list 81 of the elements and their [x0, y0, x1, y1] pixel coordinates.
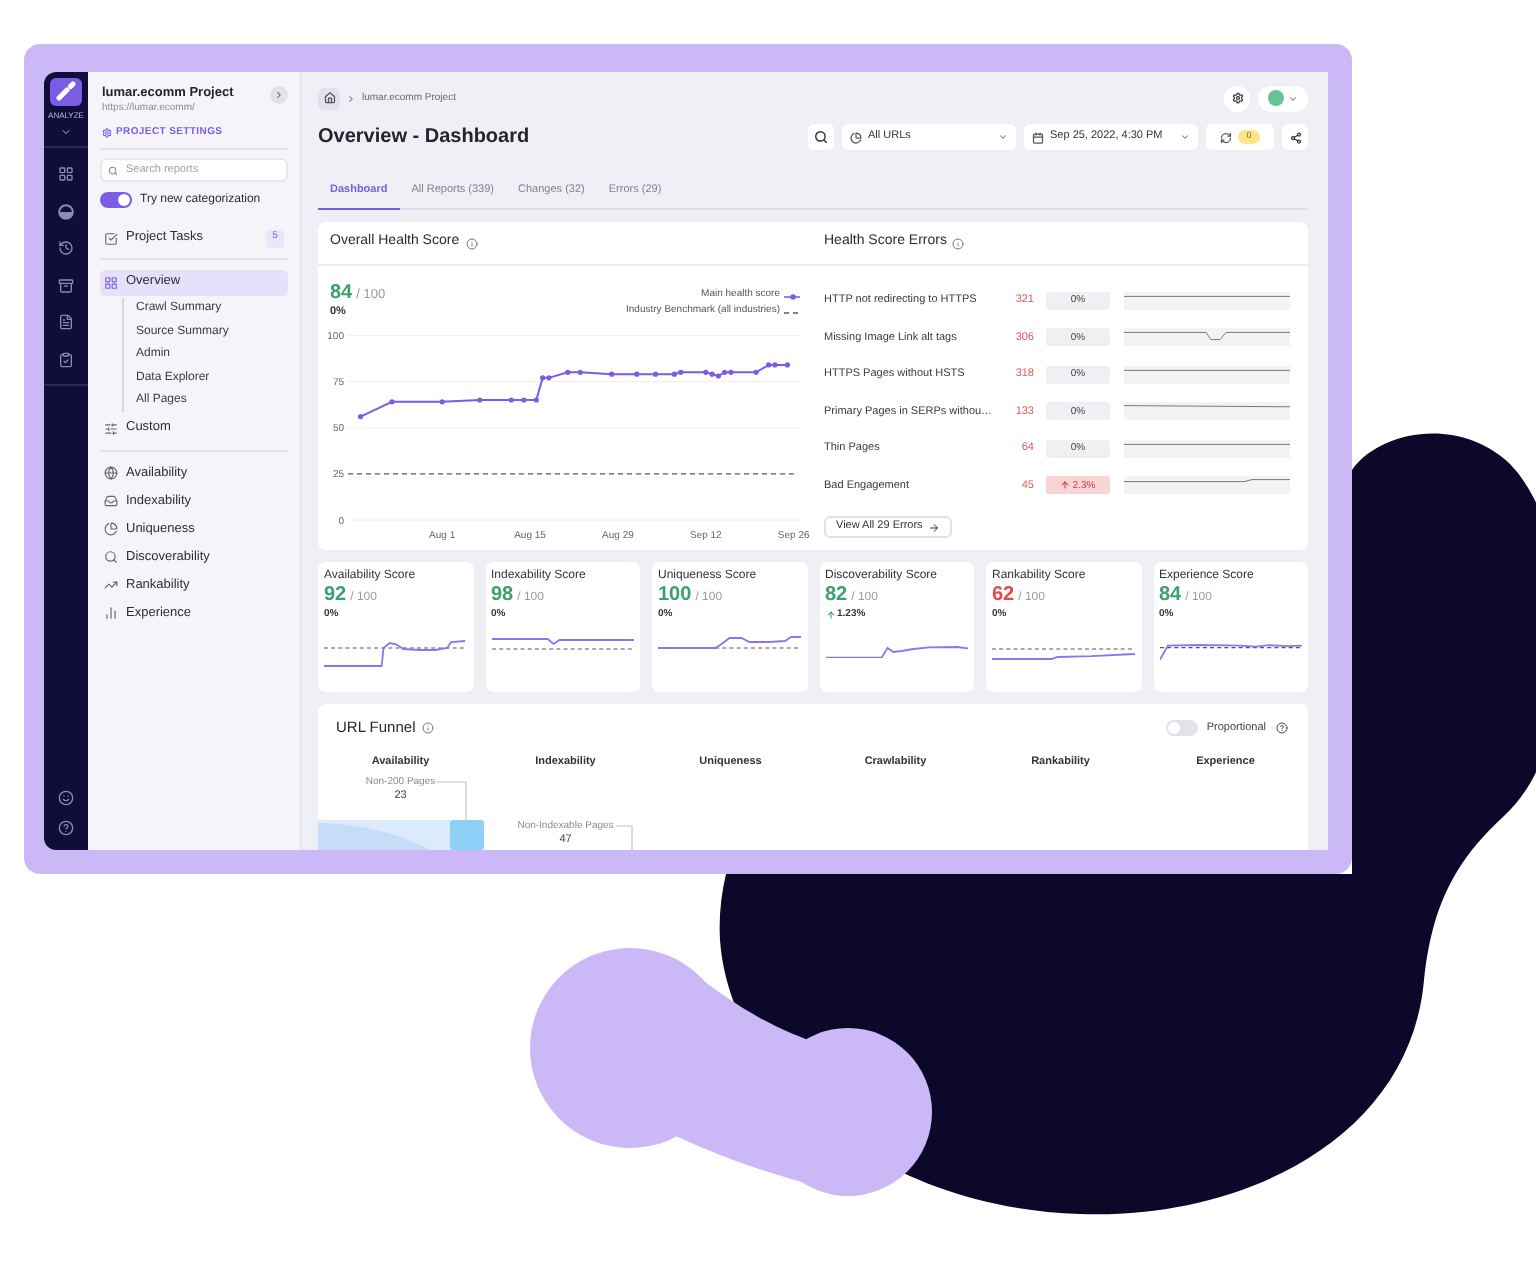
home-icon: [323, 92, 335, 104]
data-point: [565, 369, 571, 375]
half-circle-icon[interactable]: [58, 203, 74, 219]
archive-icon[interactable]: [58, 277, 74, 293]
avatar-icon: [1268, 90, 1284, 106]
data-point: [533, 397, 539, 403]
trend-up-icon: [104, 578, 118, 592]
score-value: 100: [658, 584, 692, 608]
checkbox-icon: [104, 231, 118, 245]
leader-line: [435, 781, 467, 821]
chevron-down-icon: [1288, 93, 1298, 103]
calendar-icon: [1032, 131, 1044, 143]
search-icon: [108, 165, 118, 175]
score-value: 62: [992, 584, 1015, 608]
inbox-icon: [104, 494, 118, 508]
settings-button[interactable]: [1224, 85, 1250, 111]
info-icon: [465, 237, 478, 249]
data-point: [753, 369, 759, 375]
data-point: [521, 397, 527, 403]
legend-line-icon: [784, 293, 800, 299]
clipboard-icon[interactable]: [58, 351, 74, 367]
score-value: 84: [1159, 584, 1182, 608]
data-point: [784, 362, 791, 368]
page-title: Overview - Dashboard: [318, 124, 530, 150]
score-value: 84: [330, 280, 353, 306]
help-icon: [1276, 722, 1288, 734]
search-icon: [814, 130, 828, 144]
legend-dashed-line-icon: [784, 309, 800, 315]
arrow-up-icon: [825, 610, 835, 620]
globe-icon: [104, 466, 118, 480]
bar-chart-icon: [104, 606, 118, 620]
pie-chart-icon: [104, 522, 118, 536]
data-point: [653, 371, 659, 377]
help-icon[interactable]: [58, 820, 74, 836]
funnel-bar: [450, 820, 484, 850]
score-sparkline: [1159, 644, 1302, 661]
history-icon[interactable]: [58, 240, 74, 256]
data-point: [508, 397, 514, 403]
data-point: [439, 399, 445, 405]
arrow-up-icon: [1060, 480, 1071, 491]
data-point: [389, 399, 395, 405]
grid-icon: [104, 275, 118, 290]
share-button[interactable]: [1282, 124, 1308, 150]
score-sparkline: [324, 640, 467, 667]
score-sparkline: [491, 637, 634, 649]
chevron-down-icon: [1180, 132, 1190, 142]
chevron-down-icon: [998, 132, 1008, 142]
toggle-switch[interactable]: [100, 192, 132, 208]
smiley-icon[interactable]: [58, 790, 74, 806]
chevron-right-icon: [346, 93, 356, 103]
chevron-down-icon[interactable]: [60, 126, 72, 138]
toggle-switch[interactable]: [1166, 720, 1199, 736]
document-icon[interactable]: [58, 314, 74, 330]
score-sparkline: [825, 645, 968, 658]
arrow-right-icon: [928, 521, 941, 533]
settings-icon: [1231, 92, 1243, 104]
chevron-right-icon: [274, 89, 284, 99]
magnifier-icon: [104, 550, 118, 564]
data-point: [577, 369, 583, 375]
home-button[interactable]: [318, 87, 340, 109]
score-value: 98: [491, 584, 514, 608]
logo-icon[interactable]: [50, 78, 82, 106]
refresh-icon: [1220, 131, 1233, 143]
score-sparkline: [992, 647, 1135, 659]
score-value: 82: [825, 584, 848, 608]
data-point: [634, 371, 640, 377]
score-sparkline: [658, 636, 801, 649]
data-point: [609, 371, 615, 377]
share-icon: [1289, 131, 1301, 143]
leader-line: [615, 825, 633, 850]
grid-icon[interactable]: [58, 166, 74, 182]
funnel-area: [318, 820, 450, 850]
pie-chart-icon: [850, 131, 862, 143]
data-point: [477, 397, 483, 403]
score-value: 92: [324, 584, 347, 608]
sliders-icon: [104, 421, 118, 436]
data-point: [357, 414, 364, 420]
search-button[interactable]: [808, 124, 834, 150]
info-icon: [952, 237, 965, 249]
info-icon: [421, 722, 434, 734]
settings-icon: [102, 127, 112, 137]
